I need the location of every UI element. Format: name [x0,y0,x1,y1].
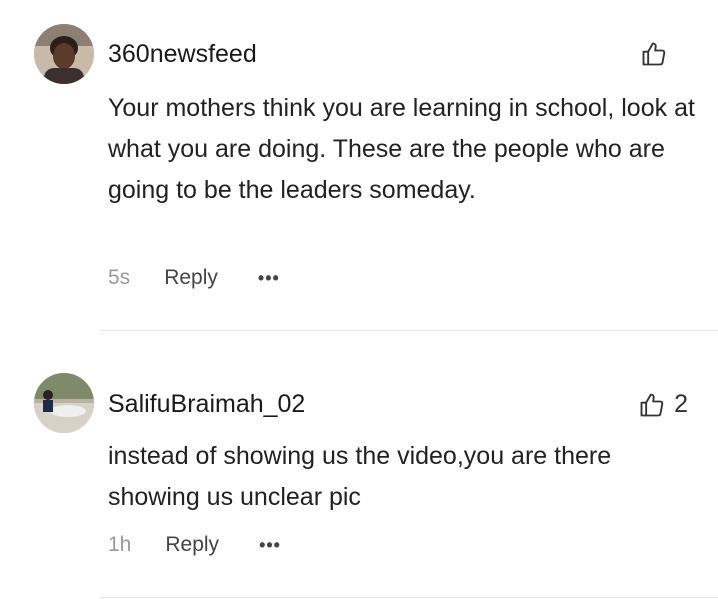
like-button[interactable] [640,40,676,68]
comment-text: instead of showing us the video,you are … [108,442,612,511]
comment-username[interactable]: 360newsfeed [108,40,257,69]
comment-meta: 1h Reply ••• [108,533,281,557]
comment-text: Your mothers think you are learning in s… [108,94,695,204]
avatar[interactable] [34,373,94,433]
like-button[interactable]: 2 [638,390,688,419]
divider [100,597,718,598]
comment-time: 1h [108,533,132,556]
reply-button[interactable]: Reply [165,533,219,557]
reply-button[interactable]: Reply [164,266,218,290]
more-options-icon[interactable]: ••• [258,268,280,289]
avatar[interactable] [34,24,94,84]
divider [100,330,718,331]
like-count: 2 [674,390,688,418]
comment-meta: 5s Reply ••• [108,266,280,290]
comment-username[interactable]: SalifuBraimah_02 [108,390,305,419]
thumbs-up-icon [642,42,666,66]
more-options-icon[interactable]: ••• [259,535,281,556]
thumbs-up-icon [640,393,664,416]
comment-time: 5s [108,266,131,289]
